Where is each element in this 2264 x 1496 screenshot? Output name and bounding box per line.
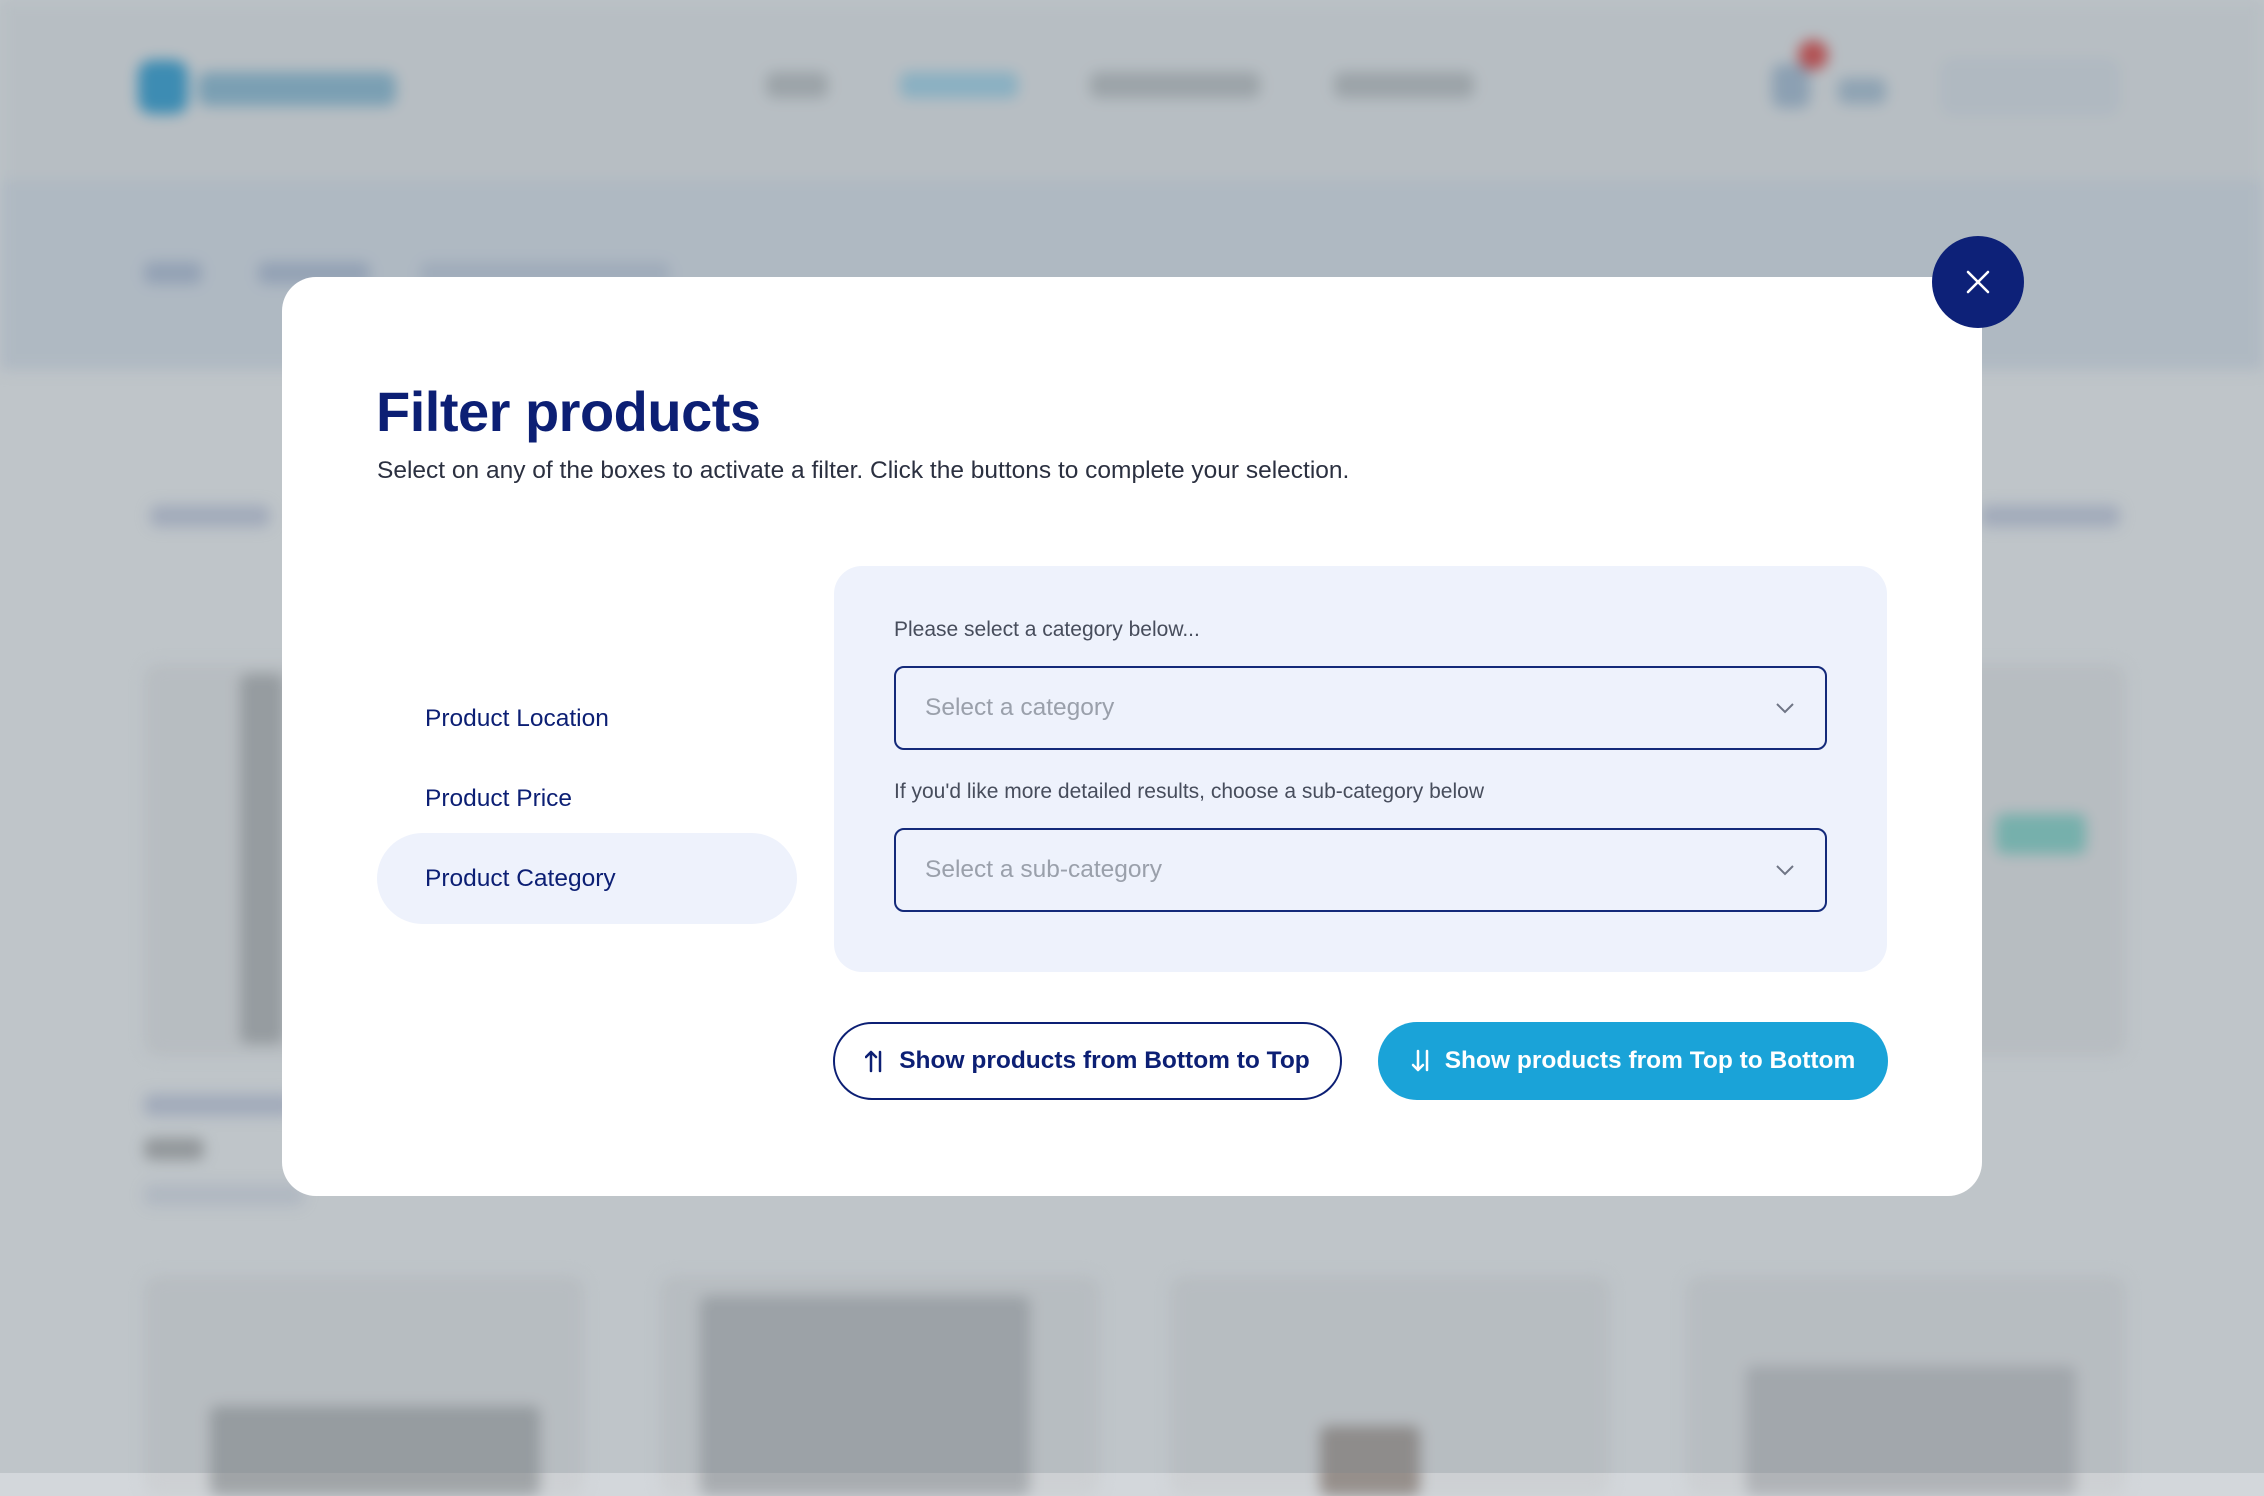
close-button[interactable] xyxy=(1932,236,2024,328)
tab-label: Product Price xyxy=(425,784,573,812)
sort-up-icon xyxy=(865,1049,887,1073)
show-top-to-bottom-button[interactable]: Show products from Top to Bottom xyxy=(1378,1022,1888,1100)
tab-product-category[interactable]: Product Category xyxy=(377,833,797,924)
tab-product-location[interactable]: Product Location xyxy=(377,673,797,764)
tab-label: Product Location xyxy=(425,704,609,732)
modal-title: Filter products xyxy=(376,380,761,443)
show-top-to-bottom-label: Show products from Top to Bottom xyxy=(1444,1047,1856,1074)
chevron-down-icon xyxy=(1775,863,1795,881)
subcategory-select-placeholder: Select a sub-category xyxy=(925,856,1162,883)
subcategory-label: If you'd like more detailed results, cho… xyxy=(894,780,1484,803)
tab-product-price[interactable]: Product Price xyxy=(377,753,797,844)
chevron-down-icon xyxy=(1775,701,1795,719)
show-bottom-to-top-label: Show products from Bottom to Top xyxy=(899,1047,1310,1074)
category-select-placeholder: Select a category xyxy=(925,694,1115,721)
category-label: Please select a category below... xyxy=(894,618,1200,641)
filter-modal: Filter products Select on any of the box… xyxy=(282,277,1982,1196)
show-bottom-to-top-button[interactable]: Show products from Bottom to Top xyxy=(833,1022,1342,1100)
subcategory-select[interactable]: Select a sub-category xyxy=(894,828,1827,912)
sort-down-icon xyxy=(1411,1049,1433,1073)
tab-label: Product Category xyxy=(425,864,616,892)
category-filter-panel: Please select a category below... Select… xyxy=(834,566,1887,972)
close-icon xyxy=(1965,269,1991,295)
category-select[interactable]: Select a category xyxy=(894,666,1827,750)
modal-subtitle: Select on any of the boxes to activate a… xyxy=(377,457,1350,484)
